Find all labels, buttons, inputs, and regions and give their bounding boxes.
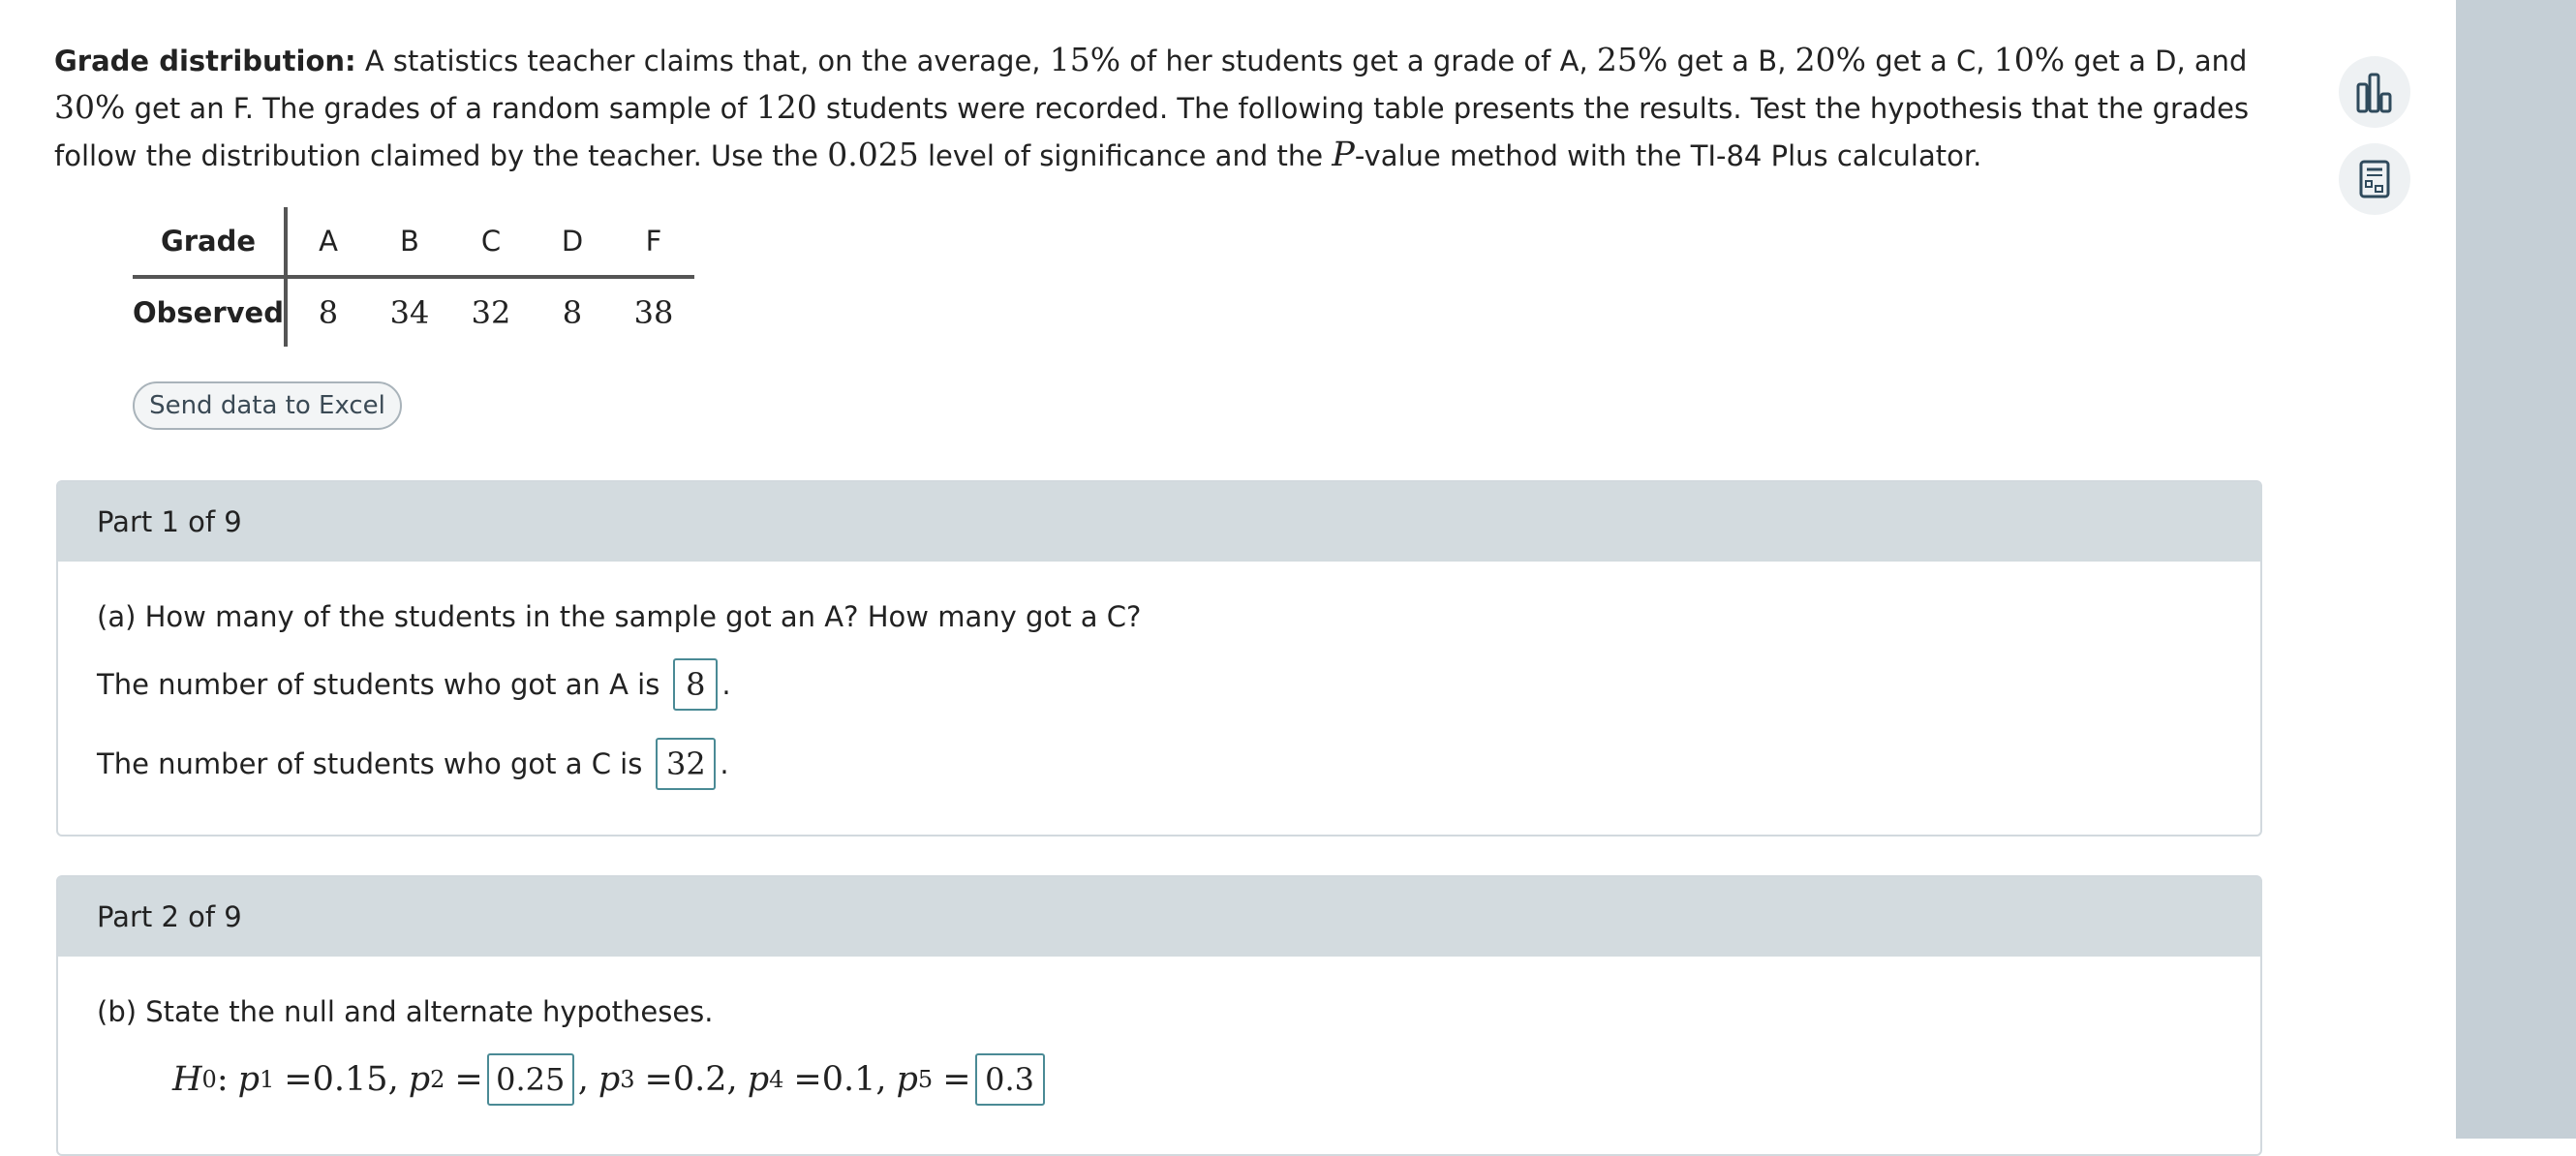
observed-cell: 38 (633, 294, 674, 331)
grade-cell: C (449, 207, 532, 279)
null-hypothesis: H0 : p1 = 0.15, p2 = 0.25, p3 = 0.2, p4 … (172, 1053, 1049, 1106)
grade-table: Grade A B C D F Observed 8 34 32 8 38 (133, 207, 694, 347)
part-1-header: Part 1 of 9 (58, 482, 2260, 562)
part-1-line-c: The number of students who got a C is 32… (97, 738, 729, 790)
grade-cell: A (285, 207, 369, 279)
observed-cell: 8 (318, 294, 339, 331)
p2-answer-input[interactable]: 0.25 (486, 1053, 574, 1106)
bar-chart-icon (2354, 71, 2395, 113)
grade-cell: D (531, 207, 613, 279)
part-2-question: (b) State the null and alternate hypothe… (97, 995, 714, 1028)
main-content: Grade distribution: A statistics teacher… (0, 0, 2454, 1156)
grade-row-header: Grade (133, 207, 288, 279)
part-2-header: Part 2 of 9 (58, 877, 2260, 957)
part-1-question: (a) How many of the students in the samp… (97, 600, 1142, 633)
observed-cell: 32 (471, 294, 511, 331)
part-1-panel: Part 1 of 9 (a) How many of the students… (56, 480, 2262, 837)
data-tool-button[interactable] (2339, 56, 2410, 128)
observed-cell: 34 (389, 294, 430, 331)
grade-row: Grade A B C D F (133, 207, 694, 279)
calculator-icon (2358, 159, 2391, 199)
observed-row: Observed 8 34 32 8 38 (133, 277, 694, 347)
problem-label: Grade distribution: (54, 45, 356, 77)
answer-c-input[interactable]: 32 (656, 738, 717, 790)
send-to-excel-button[interactable]: Send data to Excel (133, 381, 402, 430)
observed-row-header: Observed (133, 277, 288, 347)
p5-answer-input[interactable]: 0.3 (974, 1053, 1045, 1106)
answer-a-input[interactable]: 8 (673, 658, 719, 711)
grade-cell: B (368, 207, 450, 279)
observed-cell: 8 (562, 294, 583, 331)
part-1-line-a: The number of students who got an A is 8… (97, 658, 731, 711)
right-sidebar (2456, 0, 2576, 1139)
problem-statement: Grade distribution: A statistics teacher… (54, 41, 2250, 174)
part-2-panel: Part 2 of 9 (b) State the null and alter… (56, 875, 2262, 1156)
grade-cell: F (612, 207, 694, 279)
calculator-button[interactable] (2339, 143, 2410, 215)
